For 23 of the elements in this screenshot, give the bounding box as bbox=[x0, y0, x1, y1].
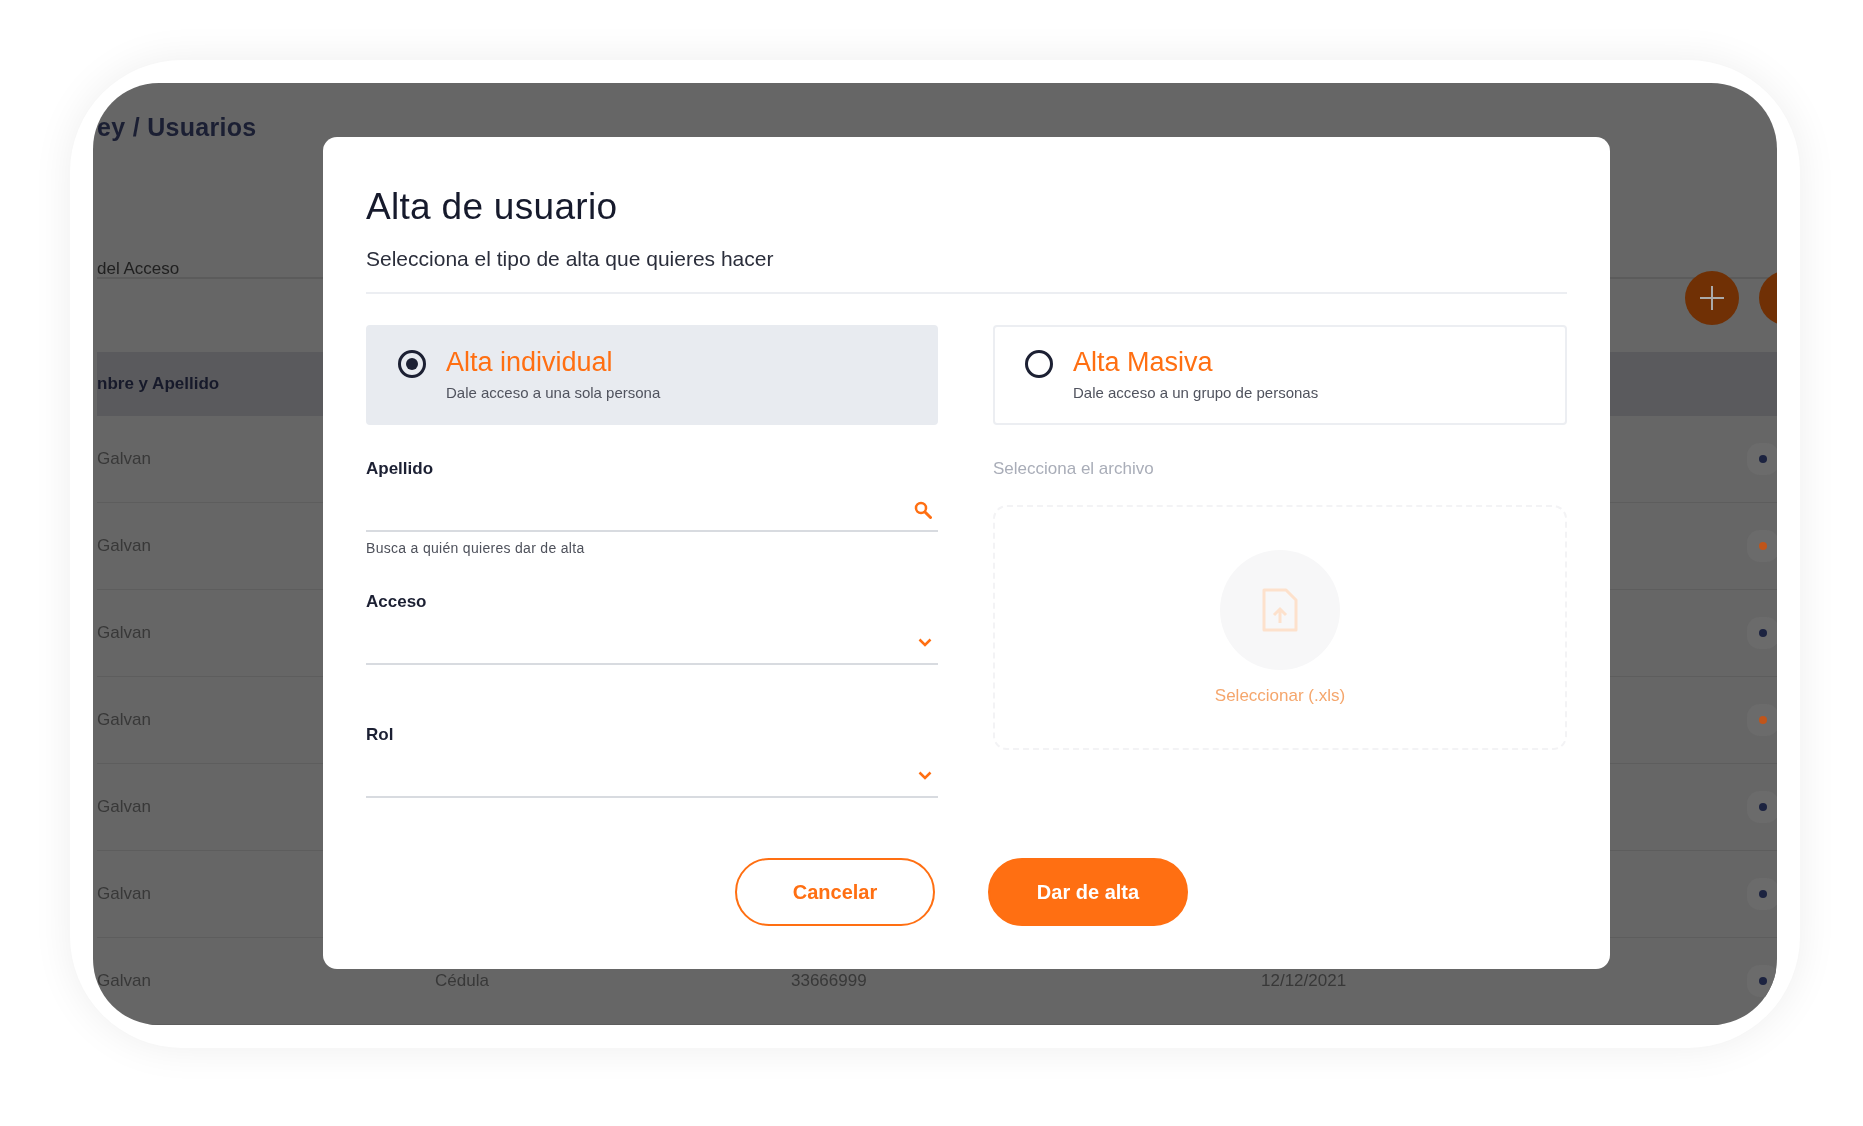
submit-button[interactable]: Dar de alta bbox=[988, 858, 1188, 926]
radio-button[interactable] bbox=[398, 350, 426, 378]
radio-button[interactable] bbox=[1025, 350, 1053, 378]
chevron-down-icon bbox=[918, 638, 932, 647]
search-icon bbox=[914, 500, 932, 519]
field-label: Rol bbox=[366, 725, 394, 745]
plus-icon bbox=[1699, 285, 1725, 311]
option-description: Dale acceso a un grupo de personas bbox=[1073, 384, 1319, 401]
filter-label: del Acceso bbox=[97, 259, 180, 279]
breadcrumb: ey / Usuarios bbox=[97, 113, 258, 142]
field-label: Acceso bbox=[366, 592, 427, 612]
field-label: Apellido bbox=[366, 459, 434, 479]
chevron-down-icon bbox=[918, 771, 932, 780]
option-card[interactable]: Alta individual Dale acceso a una sola persona bbox=[366, 325, 938, 425]
option-description: Dale acceso a una sola persona bbox=[446, 384, 661, 401]
modal-title: Alta de usuario bbox=[366, 186, 619, 228]
helper-text: Busca a quién quieres dar de alta bbox=[366, 540, 585, 556]
upload-label: Selecciona el archivo bbox=[993, 459, 1154, 478]
file-upload-icon bbox=[1261, 586, 1299, 633]
modal-subtitle: Selecciona el tipo de alta que quieres hacer bbox=[366, 247, 775, 271]
option-card[interactable]: Alta Masiva Dale acceso a un grupo de personas bbox=[993, 325, 1567, 425]
cancel-button[interactable]: Cancelar bbox=[735, 858, 935, 926]
add-button[interactable] bbox=[1685, 271, 1739, 325]
